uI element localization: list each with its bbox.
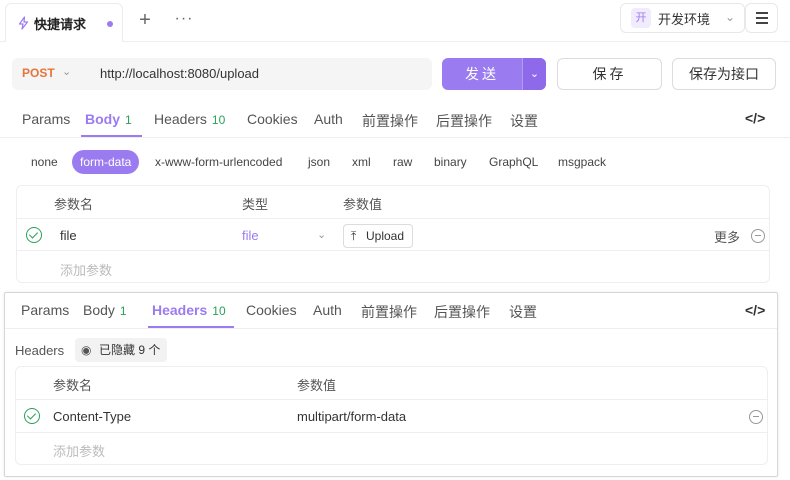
tab-body[interactable]: Body 1 — [83, 302, 127, 318]
headers-count-badge: 10 — [211, 113, 226, 127]
tab-auth[interactable]: Auth — [314, 111, 343, 127]
code-icon[interactable]: </> — [745, 110, 765, 126]
remove-row-icon[interactable] — [751, 229, 765, 243]
lightning-icon — [18, 16, 29, 30]
headers-table: 参数名 参数值 Content-Type multipart/form-data… — [15, 366, 768, 465]
active-tab-indicator — [148, 326, 234, 328]
environment-label: 开发环境 — [658, 11, 711, 27]
environment-badge: 开 — [631, 8, 651, 28]
table-header: 参数名 类型 参数值 — [17, 186, 769, 219]
send-dropdown-icon[interactable]: ⌄ — [522, 58, 546, 90]
table-row: file file ⌄ ⤒ Upload 更多 — [17, 219, 769, 251]
tab-settings[interactable]: 设置 — [510, 111, 538, 131]
eye-icon: ◉ — [81, 343, 92, 357]
tab-body[interactable]: Body 1 — [85, 111, 132, 127]
column-header-name: 参数名 — [53, 378, 93, 393]
headers-count-badge: 10 — [212, 304, 226, 318]
headers-panel: Params Body 1 Headers 10 Cookies Auth 前置操作… — [4, 292, 778, 477]
add-param-placeholder[interactable]: 添加参数 — [60, 260, 112, 279]
tab-cookies[interactable]: Cookies — [247, 111, 298, 127]
new-tab-button[interactable]: + — [135, 10, 155, 30]
body-type-form-data[interactable]: form-data — [72, 150, 140, 174]
hidden-headers-toggle[interactable]: ◉ 已隐藏 9 个 — [75, 338, 168, 362]
body-type-binary[interactable]: binary — [434, 155, 467, 169]
tab-params[interactable]: Params — [21, 302, 69, 318]
tab-post-processors[interactable]: 后置操作 — [436, 111, 492, 131]
environment-selector[interactable]: 开 开发环境 ⌄ — [620, 3, 745, 33]
request-tab-title: 快捷请求 — [34, 16, 87, 32]
tab-pre-processors[interactable]: 前置操作 — [362, 111, 418, 131]
tab-post-processors[interactable]: 后置操作 — [434, 302, 490, 322]
body-type-selector: none form-data x-www-form-urlencoded jso… — [0, 150, 790, 174]
request-tabs: Params Body 1 Headers 10 Cookies Auth 前置操作… — [0, 100, 790, 138]
tab-cookies[interactable]: Cookies — [246, 302, 297, 318]
header-value-field[interactable]: multipart/form-data — [297, 409, 406, 424]
chevron-down-icon: ⌄ — [724, 10, 735, 24]
header-name-field[interactable]: Content-Type — [53, 409, 131, 424]
chevron-down-icon[interactable]: ⌄ — [62, 65, 71, 78]
url-bar: POST ⌄ http://localhost:8080/upload — [12, 58, 432, 90]
method-selector[interactable]: POST — [22, 66, 55, 80]
tab-headers[interactable]: Headers 10 — [152, 302, 226, 318]
column-header-name: 参数名 — [54, 197, 94, 212]
tab-headers[interactable]: Headers 10 — [154, 111, 225, 127]
unsaved-dot — [107, 21, 113, 27]
upload-icon: ⤒ — [351, 229, 357, 243]
body-type-json[interactable]: json — [308, 155, 330, 169]
code-icon[interactable]: </> — [745, 302, 765, 318]
tab-params[interactable]: Params — [22, 111, 70, 127]
body-type-msgpack[interactable]: msgpack — [558, 155, 606, 169]
table-row: Content-Type multipart/form-data — [16, 400, 767, 433]
tab-pre-processors[interactable]: 前置操作 — [361, 302, 417, 322]
column-header-type: 类型 — [242, 197, 269, 212]
body-type-urlencoded[interactable]: x-www-form-urlencoded — [155, 155, 282, 169]
save-button[interactable]: 保存 — [557, 58, 662, 90]
more-button[interactable]: 更多 — [714, 227, 740, 246]
upload-button[interactable]: ⤒ Upload — [343, 224, 413, 248]
menu-button[interactable] — [745, 3, 778, 33]
active-tab-indicator — [81, 135, 142, 137]
chevron-down-icon[interactable]: ⌄ — [317, 228, 326, 241]
tab-bar: 快捷请求 + ··· 开 开发环境 ⌄ — [0, 0, 790, 42]
send-button[interactable]: 发送 ⌄ — [442, 58, 546, 90]
body-count-badge: 1 — [119, 304, 127, 318]
save-as-api-button[interactable]: 保存为接口 — [672, 58, 776, 90]
form-data-table: 参数名 类型 参数值 file file ⌄ ⤒ Upload 更多 添加参数 — [16, 185, 770, 283]
request-tab[interactable]: 快捷请求 — [5, 3, 123, 42]
headers-section-label: Headers — [15, 343, 65, 358]
body-type-graphql[interactable]: GraphQL — [489, 155, 538, 169]
send-label[interactable]: 发送 — [442, 58, 522, 90]
column-header-value: 参数值 — [343, 197, 383, 212]
headers-panel-tabs: Params Body 1 Headers 10 Cookies Auth 前置操作… — [5, 293, 777, 329]
table-header: 参数名 参数值 — [16, 367, 767, 400]
body-type-xml[interactable]: xml — [352, 155, 371, 169]
more-tabs-icon[interactable]: ··· — [174, 10, 194, 30]
tab-settings[interactable]: 设置 — [509, 302, 537, 322]
param-name-field[interactable]: file — [60, 228, 77, 243]
checkbox-checked-icon[interactable] — [24, 408, 40, 424]
body-type-none[interactable]: none — [31, 155, 58, 169]
url-input[interactable]: http://localhost:8080/upload — [100, 66, 259, 81]
body-type-raw[interactable]: raw — [393, 155, 412, 169]
hamburger-icon — [755, 12, 768, 14]
column-header-value: 参数值 — [297, 378, 337, 393]
checkbox-checked-icon[interactable] — [26, 227, 42, 243]
tab-auth[interactable]: Auth — [313, 302, 342, 318]
param-type-select[interactable]: file — [242, 228, 259, 243]
add-param-placeholder[interactable]: 添加参数 — [53, 441, 105, 460]
remove-row-icon[interactable] — [749, 410, 763, 424]
body-count-badge: 1 — [125, 113, 132, 127]
